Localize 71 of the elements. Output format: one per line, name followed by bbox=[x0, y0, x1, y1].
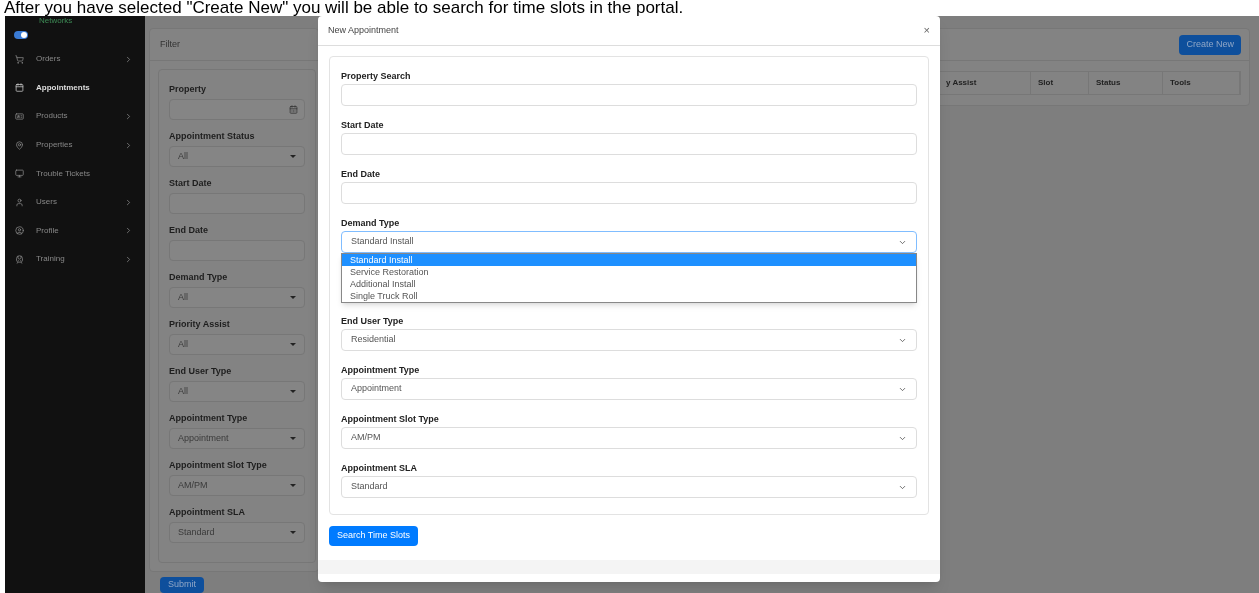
search-time-slots-button[interactable]: Search Time Slots bbox=[329, 526, 419, 546]
field-label: End User Type bbox=[169, 366, 233, 376]
field-label: Appointment SLA bbox=[169, 507, 246, 517]
field-label: Demand Type bbox=[169, 272, 229, 282]
dropdown-option[interactable]: Standard Install bbox=[342, 254, 916, 266]
caption: After you have selected "Create New" you will be able to search for time slots in the portal. bbox=[4, 0, 684, 16]
cart-icon bbox=[15, 54, 24, 64]
logo-text: Networks bbox=[38, 16, 74, 25]
caret-icon bbox=[290, 390, 296, 393]
select-field[interactable]: AM/PM bbox=[341, 427, 917, 449]
field-label: Appointment Type bbox=[341, 365, 421, 375]
sidebar-item[interactable]: Properties bbox=[5, 130, 145, 160]
close-button[interactable]: × bbox=[923, 25, 930, 36]
dropdown-option[interactable]: Additional Install bbox=[342, 278, 916, 290]
toggle-switch[interactable] bbox=[14, 31, 28, 39]
field-label: End Date bbox=[341, 169, 381, 179]
sidebar-item[interactable]: Training bbox=[5, 245, 145, 274]
select-field[interactable]: Appointment bbox=[341, 378, 917, 400]
id-card-icon bbox=[15, 112, 24, 121]
select-field[interactable]: AM/PM bbox=[169, 475, 305, 496]
field-label: Priority Assist bbox=[169, 319, 231, 329]
sidebar-item[interactable]: Products bbox=[5, 102, 145, 131]
select-field[interactable]: All bbox=[169, 334, 305, 355]
calendar-icon bbox=[289, 105, 298, 114]
caret-icon bbox=[290, 531, 296, 534]
field-label: Start Date bbox=[341, 120, 385, 130]
sidebar-item[interactable]: Users bbox=[5, 187, 145, 217]
caret-icon bbox=[290, 343, 296, 346]
field-label: End Date bbox=[169, 225, 209, 235]
field-label: Property Search bbox=[341, 71, 412, 81]
field-label: End User Type bbox=[341, 316, 405, 326]
dropdown-option[interactable]: Single Truck Roll bbox=[342, 290, 916, 302]
caret-icon bbox=[290, 484, 296, 487]
panel-title: Filter bbox=[160, 37, 180, 51]
field-label: Property bbox=[169, 84, 207, 94]
calendar-icon bbox=[15, 83, 24, 93]
train-icon bbox=[15, 254, 24, 264]
field-label: Appointment Status bbox=[169, 131, 256, 141]
dropdown-option[interactable]: Service Restoration bbox=[342, 266, 916, 278]
select-field[interactable]: All bbox=[169, 146, 305, 167]
input-field[interactable] bbox=[169, 99, 305, 120]
sidebar-item[interactable]: Trouble Tickets bbox=[5, 159, 145, 188]
submit-button[interactable]: Submit bbox=[160, 577, 204, 593]
user-icon bbox=[15, 197, 24, 207]
map-pin-icon bbox=[15, 140, 24, 150]
select-field[interactable]: Residential bbox=[341, 329, 917, 351]
column-header: Slot bbox=[1031, 72, 1089, 94]
caret-icon bbox=[290, 437, 296, 440]
field-label: Demand Type bbox=[341, 218, 401, 228]
modal-title: New Appointment bbox=[328, 23, 399, 37]
column-header: Tools bbox=[1163, 72, 1240, 94]
sidebar-item[interactable]: Appointments bbox=[5, 73, 145, 103]
field-label: Appointment Type bbox=[169, 413, 249, 423]
select-field[interactable]: Standard Install bbox=[341, 231, 917, 253]
create-new-button[interactable]: Create New bbox=[1179, 34, 1241, 55]
sidebar-item[interactable]: Profile bbox=[5, 216, 145, 246]
select-field[interactable]: Standard bbox=[169, 522, 305, 543]
column-header: Status bbox=[1089, 72, 1163, 94]
field-label: Appointment SLA bbox=[341, 463, 418, 473]
caret-icon bbox=[290, 155, 296, 158]
field-label: Appointment Slot Type bbox=[169, 460, 268, 470]
select-field[interactable]: Appointment bbox=[169, 428, 305, 449]
sidebar-item[interactable]: Orders bbox=[5, 45, 145, 74]
monitor-icon bbox=[15, 169, 24, 179]
select-field[interactable]: Standard bbox=[341, 476, 917, 498]
field-label: Start Date bbox=[169, 178, 213, 188]
select-field[interactable]: All bbox=[169, 381, 305, 402]
caret-icon bbox=[290, 296, 296, 299]
select-field[interactable]: All bbox=[169, 287, 305, 308]
field-label: Appointment Slot Type bbox=[341, 414, 440, 424]
user-circle-icon bbox=[15, 226, 24, 236]
